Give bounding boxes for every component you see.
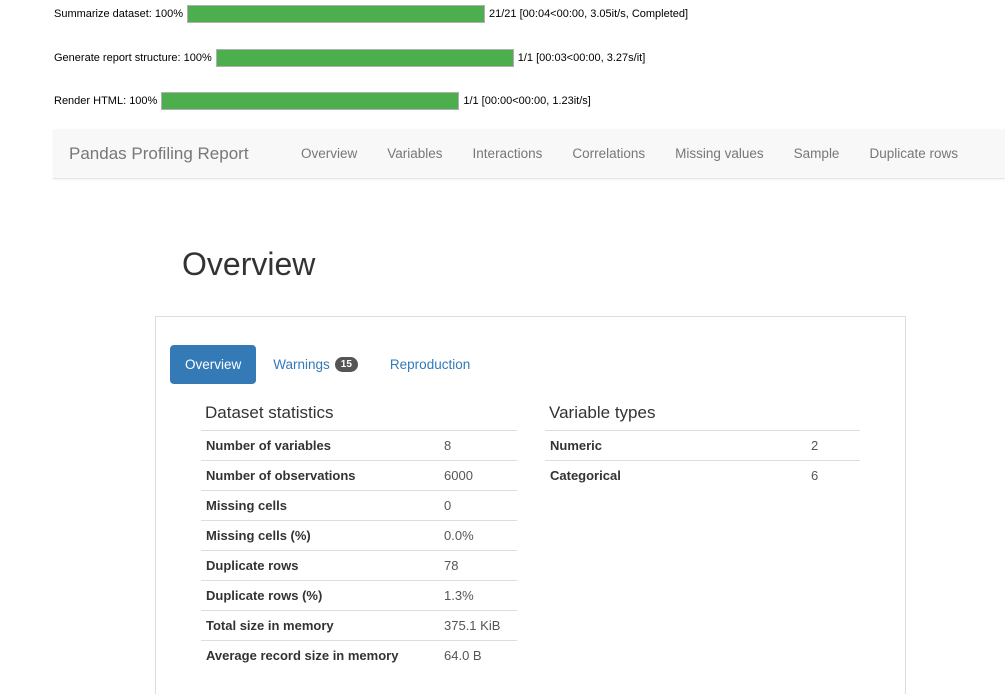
stat-value: 0.0% <box>439 520 517 551</box>
table-row: Number of observations 6000 <box>201 460 517 491</box>
nav-link-overview[interactable]: Overview <box>301 146 357 161</box>
page-title: Overview <box>182 246 316 282</box>
nav-links: Overview Variables Interactions Correlat… <box>301 146 958 161</box>
table-row: Missing cells 0 <box>201 490 517 521</box>
tab-reproduction[interactable]: Reproduction <box>375 345 485 384</box>
table-row: Categorical 6 <box>545 460 860 491</box>
tab-warnings-label: Warnings <box>273 357 330 372</box>
progress-label: Summarize dataset: 100% <box>54 8 184 20</box>
stat-key: Duplicate rows <box>201 550 439 581</box>
progress-fill <box>162 93 459 109</box>
nav-link-sample[interactable]: Sample <box>794 146 840 161</box>
progress-stats: 1/1 [00:00<00:00, 1.23it/s] <box>463 95 591 107</box>
stat-key: Missing cells (%) <box>201 520 439 551</box>
table-row: Average record size in memory 64.0 B <box>201 640 517 671</box>
table-row: Number of variables 8 <box>201 430 517 461</box>
stat-key: Number of variables <box>201 430 439 461</box>
navbar: Pandas Profiling Report Overview Variabl… <box>53 129 1005 179</box>
nav-link-missing-values[interactable]: Missing values <box>675 146 764 161</box>
type-value: 6 <box>806 460 860 491</box>
stat-value: 64.0 B <box>439 640 517 671</box>
type-key: Categorical <box>545 460 806 491</box>
progress-bar <box>215 49 514 67</box>
overview-panel: Overview Warnings 15 Reproduction Datase… <box>155 316 906 694</box>
tab-bar: Overview Warnings 15 Reproduction <box>170 345 485 384</box>
stat-key: Number of observations <box>201 460 439 491</box>
progress-stats: 21/21 [00:04<00:00, 3.05it/s, Completed] <box>489 8 689 20</box>
progress-fill <box>216 50 513 66</box>
tab-warnings[interactable]: Warnings 15 <box>258 345 373 384</box>
progress-label: Generate report structure: 100% <box>54 52 212 64</box>
progress-stats: 1/1 [00:03<00:00, 3.27s/it] <box>517 52 646 64</box>
progress-bar <box>187 5 486 23</box>
progress-fill <box>188 6 485 22</box>
tab-overview[interactable]: Overview <box>170 345 257 384</box>
nav-link-variables[interactable]: Variables <box>387 146 442 161</box>
stat-value: 6000 <box>439 460 517 491</box>
table-row: Total size in memory 375.1 KiB <box>201 610 517 641</box>
stat-key: Total size in memory <box>201 610 439 641</box>
stat-value: 1.3% <box>439 580 517 611</box>
dataset-statistics-title: Dataset statistics <box>205 403 334 422</box>
nav-link-interactions[interactable]: Interactions <box>473 146 543 161</box>
progress-render: Render HTML: 100% 1/1 [00:00<00:00, 1.23… <box>0 91 591 111</box>
tab-reproduction-label: Reproduction <box>389 357 471 372</box>
table-row: Missing cells (%) 0.0% <box>201 520 517 551</box>
stat-value: 0 <box>439 490 517 521</box>
variable-types-table: Numeric 2 Categorical 6 <box>545 430 860 491</box>
progress-structure: Generate report structure: 100% 1/1 [00:… <box>0 48 645 68</box>
type-key: Numeric <box>545 430 806 461</box>
progress-label: Render HTML: 100% <box>54 95 158 107</box>
nav-link-correlations[interactable]: Correlations <box>572 146 645 161</box>
table-row: Numeric 2 <box>545 430 860 461</box>
stat-value: 8 <box>439 430 517 461</box>
stat-key: Duplicate rows (%) <box>201 580 439 611</box>
nav-link-duplicate-rows[interactable]: Duplicate rows <box>869 146 958 161</box>
table-row: Duplicate rows (%) 1.3% <box>201 580 517 611</box>
dataset-statistics: Dataset statistics Number of variables 8 … <box>201 403 517 671</box>
progress-bar <box>161 92 460 110</box>
stat-value: 78 <box>439 550 517 581</box>
progress-summarize: Summarize dataset: 100% 21/21 [00:04<00:… <box>0 4 688 24</box>
warnings-count-badge: 15 <box>334 357 358 372</box>
type-value: 2 <box>806 430 860 461</box>
stat-key: Missing cells <box>201 490 439 521</box>
tab-overview-label: Overview <box>185 357 242 372</box>
navbar-brand[interactable]: Pandas Profiling Report <box>53 144 301 164</box>
variable-types: Variable types Numeric 2 Categorical 6 <box>545 403 860 491</box>
variable-types-title: Variable types <box>549 403 656 422</box>
dataset-statistics-table: Number of variables 8 Number of observati… <box>201 430 517 671</box>
table-row: Duplicate rows 78 <box>201 550 517 581</box>
stat-key: Average record size in memory <box>201 640 439 671</box>
stat-value: 375.1 KiB <box>439 610 517 641</box>
